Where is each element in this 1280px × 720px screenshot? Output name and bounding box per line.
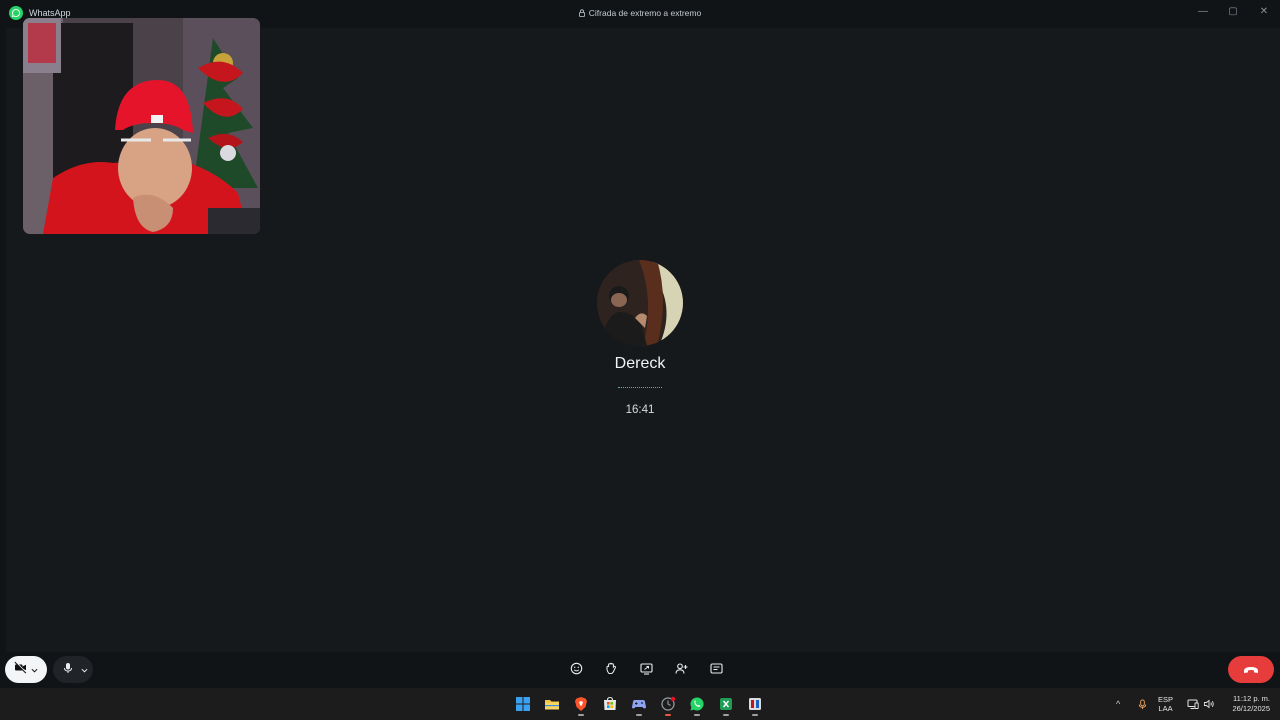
windows-start-button[interactable] xyxy=(512,692,534,716)
maximize-button[interactable]: ▢ xyxy=(1226,4,1240,18)
running-indicator xyxy=(665,714,671,716)
call-status-divider xyxy=(618,387,662,388)
spreadsheet-app-icon xyxy=(720,698,732,710)
clock-app-icon xyxy=(661,696,676,711)
tray-volume-icon[interactable] xyxy=(1203,688,1215,720)
taskbar-whatsapp[interactable] xyxy=(686,692,708,716)
running-indicator xyxy=(694,714,700,716)
microphone-toggle-button[interactable] xyxy=(53,656,93,683)
contact-avatar xyxy=(597,260,683,346)
add-participant-icon xyxy=(674,662,687,674)
keyboard-layout: LAA xyxy=(1158,704,1173,713)
taskbar-store[interactable] xyxy=(599,692,621,716)
call-tools xyxy=(567,659,725,677)
taskbar-spreadsheet-app[interactable] xyxy=(715,692,737,716)
emoji-reaction-button[interactable] xyxy=(567,659,585,677)
media-app-icon xyxy=(749,698,761,710)
add-participant-button[interactable] xyxy=(672,659,690,677)
taskbar-file-explorer[interactable] xyxy=(541,692,563,716)
minimize-button[interactable]: — xyxy=(1196,4,1210,18)
captions-icon xyxy=(709,662,723,674)
tray-date: 26/12/2025 xyxy=(1232,704,1270,713)
lock-icon xyxy=(578,9,585,17)
microphone-icon xyxy=(62,661,74,679)
chevron-down-icon[interactable] xyxy=(81,661,88,679)
windows-start-icon xyxy=(516,697,530,711)
tray-overflow-button[interactable]: ^ xyxy=(1116,688,1120,720)
raise-hand-icon xyxy=(606,662,616,674)
running-indicator xyxy=(636,714,642,716)
screen-share-icon xyxy=(639,662,653,675)
taskbar-brave[interactable] xyxy=(570,692,592,716)
gaming-app-icon xyxy=(632,700,646,709)
brave-browser-icon xyxy=(575,697,587,711)
contact-name: Dereck xyxy=(614,355,666,372)
tray-clock[interactable]: 11:12 p. m. 26/12/2025 xyxy=(1222,688,1270,720)
taskbar-apps xyxy=(512,692,766,716)
tray-network-icon[interactable] xyxy=(1187,688,1199,720)
microsoft-store-icon xyxy=(604,696,616,710)
captions-button[interactable] xyxy=(707,659,725,677)
windows-taskbar: ^ ESP LAA 11:12 p. m. 26/12/2025 xyxy=(0,688,1280,720)
language-code: ESP xyxy=(1158,695,1174,704)
running-indicator xyxy=(723,714,729,716)
tray-time: 11:12 p. m. xyxy=(1233,694,1270,703)
taskbar-media-app[interactable] xyxy=(744,692,766,716)
running-indicator xyxy=(578,714,584,716)
tray-microphone-icon[interactable] xyxy=(1137,688,1148,720)
screen-share-button[interactable] xyxy=(637,659,655,677)
encryption-text: Cifrada de extremo a extremo xyxy=(588,8,702,18)
raise-hand-button[interactable] xyxy=(602,659,620,677)
encryption-notice: Cifrada de extremo a extremo xyxy=(0,8,1280,18)
camera-toggle-button[interactable] xyxy=(5,656,47,683)
call-timer: 16:41 xyxy=(625,404,655,416)
tray-language-indicator[interactable]: ESP LAA xyxy=(1158,688,1173,720)
taskbar-clock-app[interactable] xyxy=(657,692,679,716)
running-indicator xyxy=(752,714,758,716)
end-call-button[interactable] xyxy=(1228,656,1274,683)
self-view-video[interactable] xyxy=(23,18,260,234)
taskbar-gaming-app[interactable] xyxy=(628,692,650,716)
emoji-reaction-icon xyxy=(570,662,582,674)
camera-off-icon xyxy=(14,660,27,679)
close-button[interactable]: ✕ xyxy=(1257,4,1271,18)
chevron-down-icon[interactable] xyxy=(31,661,38,679)
whatsapp-icon xyxy=(690,697,704,711)
file-explorer-icon xyxy=(545,700,559,710)
end-call-icon xyxy=(1244,666,1258,673)
call-controls-bar xyxy=(0,652,1280,688)
